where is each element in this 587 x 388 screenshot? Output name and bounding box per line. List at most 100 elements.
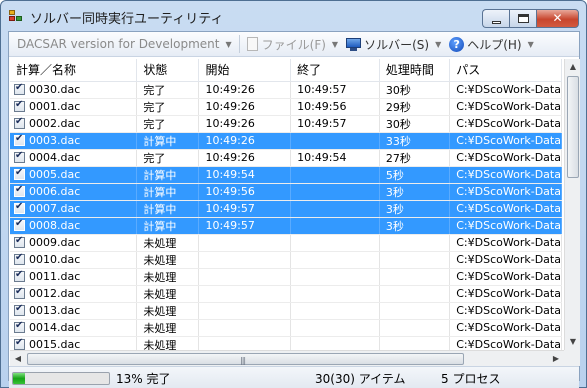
row-checkbox[interactable]: [14, 133, 25, 146]
dacsar-label: DACSAR version for Development: [17, 37, 220, 51]
column-header-status[interactable]: 状態: [136, 59, 200, 82]
end-cell: [290, 285, 380, 303]
vertical-scroll-thumb[interactable]: [567, 76, 579, 178]
table-row[interactable]: 0014.dac 未処理 C:¥DScoWork-Data: [10, 319, 562, 337]
start-cell: 10:49:57: [198, 217, 292, 235]
status-cell: 完了: [136, 115, 200, 133]
table-row[interactable]: 0003.dac 計算中10:49:26 33秒C:¥DScoWork-Data: [10, 132, 562, 150]
table-row[interactable]: 0008.dac 計算中10:49:57 3秒C:¥DScoWork-Data: [10, 217, 562, 235]
status-bar: 13% 完了 30(30) アイテム 5 プロセス: [9, 366, 579, 388]
horizontal-scroll-thumb[interactable]: |||: [27, 353, 464, 365]
row-checkbox[interactable]: [14, 303, 25, 316]
end-cell: 10:49:54: [290, 149, 380, 167]
file-name: 0003.dac: [29, 134, 81, 147]
dropdown-arrow-icon: ▼: [331, 39, 339, 49]
status-cell: 完了: [136, 149, 200, 167]
status-cell: 未処理: [136, 319, 200, 337]
start-cell: [198, 319, 292, 337]
name-cell: 0009.dac: [10, 234, 138, 252]
dropdown-arrow-icon: ▼: [527, 39, 534, 49]
row-checkbox[interactable]: [14, 82, 25, 95]
table-row[interactable]: 0004.dac 完了10:49:2610:49:5427秒C:¥DScoWork…: [10, 149, 562, 167]
horizontal-scrollbar[interactable]: ◀ ||| ▶: [10, 350, 564, 366]
file-icon: [246, 37, 258, 51]
status-cell: 計算中: [136, 217, 200, 235]
path-cell: C:¥DScoWork-Data: [449, 217, 562, 235]
status-cell: 計算中: [136, 132, 200, 150]
column-header-end[interactable]: 終了: [290, 59, 380, 82]
job-table: 計算／名称 状態 開始 終了 処理時間 パス 0030.dac完了10:49:2…: [10, 59, 562, 354]
row-checkbox[interactable]: [14, 201, 25, 214]
file-name: 0001.dac: [29, 100, 81, 113]
maximize-button[interactable]: [509, 9, 536, 28]
dacsar-dropdown[interactable]: DACSAR version for Development ▼: [9, 34, 236, 55]
time-cell: 3秒: [379, 200, 451, 218]
solver-menu[interactable]: ソルバー(S) ▼: [342, 34, 445, 55]
name-cell: 0010.dac: [10, 251, 138, 269]
row-checkbox[interactable]: [14, 337, 25, 350]
name-cell: 0014.dac: [10, 319, 138, 337]
file-menu[interactable]: ファイル(F) ▼: [243, 34, 342, 55]
row-checkbox[interactable]: [14, 184, 25, 197]
table-row[interactable]: 0002.dac 完了10:49:2610:49:5730秒C:¥DScoWork…: [10, 115, 562, 133]
row-checkbox[interactable]: [14, 218, 25, 231]
vertical-scrollbar[interactable]: ▲ ▼: [564, 59, 580, 350]
file-menu-label: ファイル(F): [261, 37, 326, 52]
caption-buttons: ✕: [482, 9, 579, 28]
help-menu-label: ヘルプ(H): [467, 37, 522, 52]
row-checkbox[interactable]: [14, 269, 25, 282]
status-cell: 未処理: [136, 268, 200, 286]
status-cell: 計算中: [136, 200, 200, 218]
scroll-right-icon[interactable]: ▶: [548, 351, 564, 367]
toolbar: DACSAR version for Development ▼ ファイル(F)…: [9, 32, 579, 57]
path-cell: C:¥DScoWork-Data: [449, 98, 562, 116]
table-row[interactable]: 0010.dac 未処理 C:¥DScoWork-Data: [10, 251, 562, 269]
row-checkbox[interactable]: [14, 116, 25, 129]
close-button[interactable]: ✕: [536, 9, 579, 28]
name-cell: 0002.dac: [10, 115, 138, 133]
file-name: 0010.dac: [29, 253, 81, 266]
start-cell: 10:49:26: [198, 149, 292, 167]
row-checkbox[interactable]: [14, 150, 25, 163]
minimize-button[interactable]: [482, 9, 509, 28]
file-name: 0005.dac: [29, 168, 81, 181]
table-row[interactable]: 0006.dac 計算中10:49:56 3秒C:¥DScoWork-Data: [10, 183, 562, 201]
table-row[interactable]: 0007.dac 計算中10:49:57 3秒C:¥DScoWork-Data: [10, 200, 562, 218]
time-cell: [379, 302, 451, 320]
job-grid[interactable]: 計算／名称 状態 開始 終了 処理時間 パス 0030.dac完了10:49:2…: [10, 59, 562, 366]
row-checkbox[interactable]: [14, 320, 25, 333]
scroll-left-icon[interactable]: ◀: [10, 351, 26, 367]
column-header-start[interactable]: 開始: [198, 59, 292, 82]
file-name: 0012.dac: [29, 287, 81, 300]
table-row[interactable]: 0001.dac 完了10:49:2610:49:5629秒C:¥DScoWork…: [10, 98, 562, 116]
scroll-up-icon[interactable]: ▲: [565, 59, 581, 75]
name-cell: 0003.dac: [10, 132, 138, 150]
table-row[interactable]: 0012.dac 未処理 C:¥DScoWork-Data: [10, 285, 562, 303]
path-cell: C:¥DScoWork-Data: [449, 234, 562, 252]
column-header-time[interactable]: 処理時間: [379, 59, 451, 82]
table-row[interactable]: 0030.dac 完了10:49:2610:49:5730秒C:¥DScoWork…: [10, 81, 562, 99]
app-icon: [9, 10, 23, 22]
row-checkbox[interactable]: [14, 167, 25, 180]
row-checkbox[interactable]: [14, 235, 25, 248]
file-name: 0009.dac: [29, 236, 81, 249]
table-row[interactable]: 0011.dac 未処理 C:¥DScoWork-Data: [10, 268, 562, 286]
end-cell: [290, 319, 380, 337]
start-cell: [198, 268, 292, 286]
help-menu[interactable]: ? ヘルプ(H) ▼: [445, 34, 538, 55]
table-row[interactable]: 0009.dac 未処理 C:¥DScoWork-Data: [10, 234, 562, 252]
title-bar[interactable]: ソルバー同時実行ユーティリティ ✕: [1, 1, 586, 31]
monitor-icon: [346, 37, 362, 51]
item-count-text: 30(30) アイテム: [315, 372, 406, 386]
row-checkbox[interactable]: [14, 99, 25, 112]
row-checkbox[interactable]: [14, 252, 25, 265]
start-cell: 10:49:26: [198, 115, 292, 133]
row-checkbox[interactable]: [14, 286, 25, 299]
table-row[interactable]: 0005.dac 計算中10:49:54 5秒C:¥DScoWork-Data: [10, 166, 562, 184]
name-cell: 0004.dac: [10, 149, 138, 167]
scroll-down-icon[interactable]: ▼: [565, 334, 581, 350]
column-header-path[interactable]: パス: [449, 59, 562, 82]
column-header-name[interactable]: 計算／名称: [10, 59, 138, 82]
table-row[interactable]: 0013.dac 未処理 C:¥DScoWork-Data: [10, 302, 562, 320]
path-cell: C:¥DScoWork-Data: [449, 319, 562, 337]
